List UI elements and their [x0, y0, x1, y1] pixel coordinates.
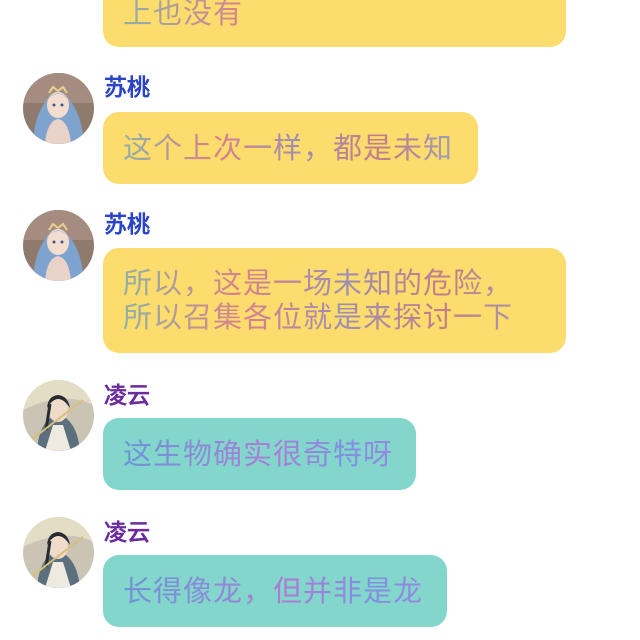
message-bubble[interactable]: 这生物确实很奇特呀 — [103, 418, 416, 490]
message-bubble[interactable]: 上也没有 — [103, 0, 566, 47]
anime-girl-blue-hair-avatar — [23, 210, 94, 281]
chat-message-list[interactable]: 上也没有 苏桃 这个上次一样，都是未知 苏桃 所以，这是一场未知的危险， 所以召… — [0, 0, 640, 640]
avatar-sutao[interactable] — [23, 210, 94, 281]
anime-swordsman-avatar — [23, 517, 94, 588]
message-bubble[interactable]: 所以，这是一场未知的危险， 所以召集各位就是来探讨一下 — [103, 248, 566, 353]
message-text: 长得像龙，但并非是龙 — [123, 574, 427, 608]
anime-swordsman-avatar — [23, 380, 94, 451]
message-bubble[interactable]: 这个上次一样，都是未知 — [103, 112, 478, 184]
sender-name: 凌云 — [104, 383, 150, 409]
message-text-line: 所以，这是一场未知的危险， — [123, 266, 546, 300]
sender-name: 凌云 — [104, 520, 150, 546]
sender-name: 苏桃 — [104, 75, 150, 101]
message-text: 上也没有 — [123, 0, 546, 30]
avatar-lingyun[interactable] — [23, 517, 94, 588]
anime-girl-blue-hair-avatar — [23, 73, 94, 144]
message-text: 这个上次一样，都是未知 — [123, 131, 458, 165]
avatar-sutao[interactable] — [23, 73, 94, 144]
message-bubble[interactable]: 长得像龙，但并非是龙 — [103, 555, 447, 627]
avatar-lingyun[interactable] — [23, 380, 94, 451]
message-text: 这生物确实很奇特呀 — [123, 437, 396, 471]
message-text-line: 所以召集各位就是来探讨一下 — [123, 300, 546, 334]
sender-name: 苏桃 — [104, 212, 150, 238]
